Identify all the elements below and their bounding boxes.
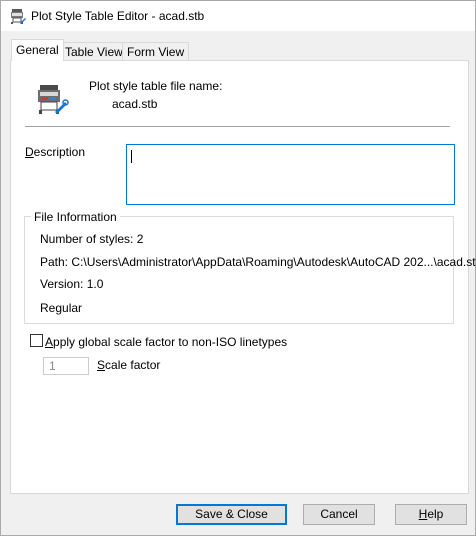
table-type: Regular: [40, 301, 83, 315]
version: Version: 1.0: [40, 277, 104, 291]
global-scale-checkbox[interactable]: [30, 334, 43, 347]
global-scale-checkbox-label[interactable]: Apply global scale factor to non-ISO lin…: [45, 335, 287, 349]
number-of-styles: Number of styles: 2: [40, 232, 144, 246]
tab-form-view[interactable]: Form View: [122, 42, 190, 60]
file-name-value: acad.stb: [112, 97, 158, 111]
title-bar: Plot Style Table Editor - acad.stb: [1, 1, 475, 31]
plot-style-editor-icon: [11, 9, 26, 24]
plotter-icon: [38, 85, 69, 114]
scale-factor-label: Scale factor: [97, 358, 161, 372]
tab-general[interactable]: General: [11, 39, 64, 61]
tab-table-view[interactable]: Table View: [60, 42, 128, 60]
file-information-legend: File Information: [31, 210, 120, 224]
description-input[interactable]: [126, 144, 455, 205]
plot-style-table-editor-window: Plot Style Table Editor - acad.stb Gener…: [0, 0, 476, 536]
description-label: Description: [25, 145, 86, 159]
save-close-button[interactable]: Save & Close: [176, 504, 287, 525]
text-caret: [131, 150, 132, 163]
file-path: Path: C:\Users\Administrator\AppData\Roa…: [40, 255, 476, 269]
scale-factor-input[interactable]: 1: [43, 357, 89, 375]
separator: [25, 126, 450, 127]
window-title: Plot Style Table Editor - acad.stb: [31, 9, 205, 23]
cancel-button[interactable]: Cancel: [303, 504, 375, 525]
help-button[interactable]: Help: [395, 504, 467, 525]
file-name-label: Plot style table file name:: [89, 79, 223, 93]
